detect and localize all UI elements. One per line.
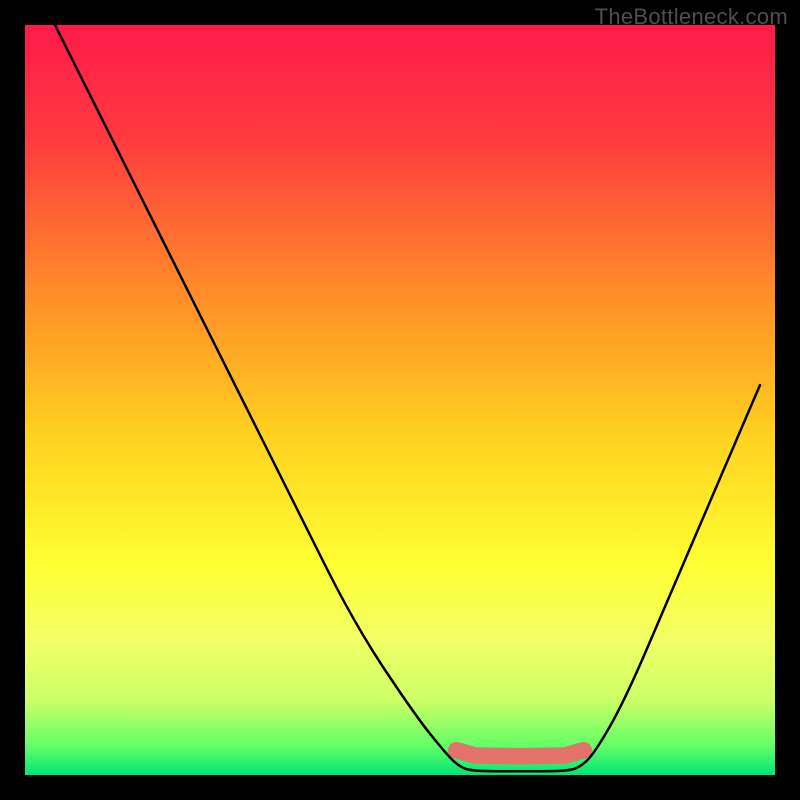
optimal-range-band bbox=[456, 750, 584, 756]
bottleneck-chart bbox=[25, 25, 775, 775]
chart-container: TheBottleneck.com bbox=[0, 0, 800, 800]
watermark-label: TheBottleneck.com bbox=[595, 4, 788, 30]
plot-area bbox=[25, 25, 775, 775]
gradient-background bbox=[25, 25, 775, 775]
